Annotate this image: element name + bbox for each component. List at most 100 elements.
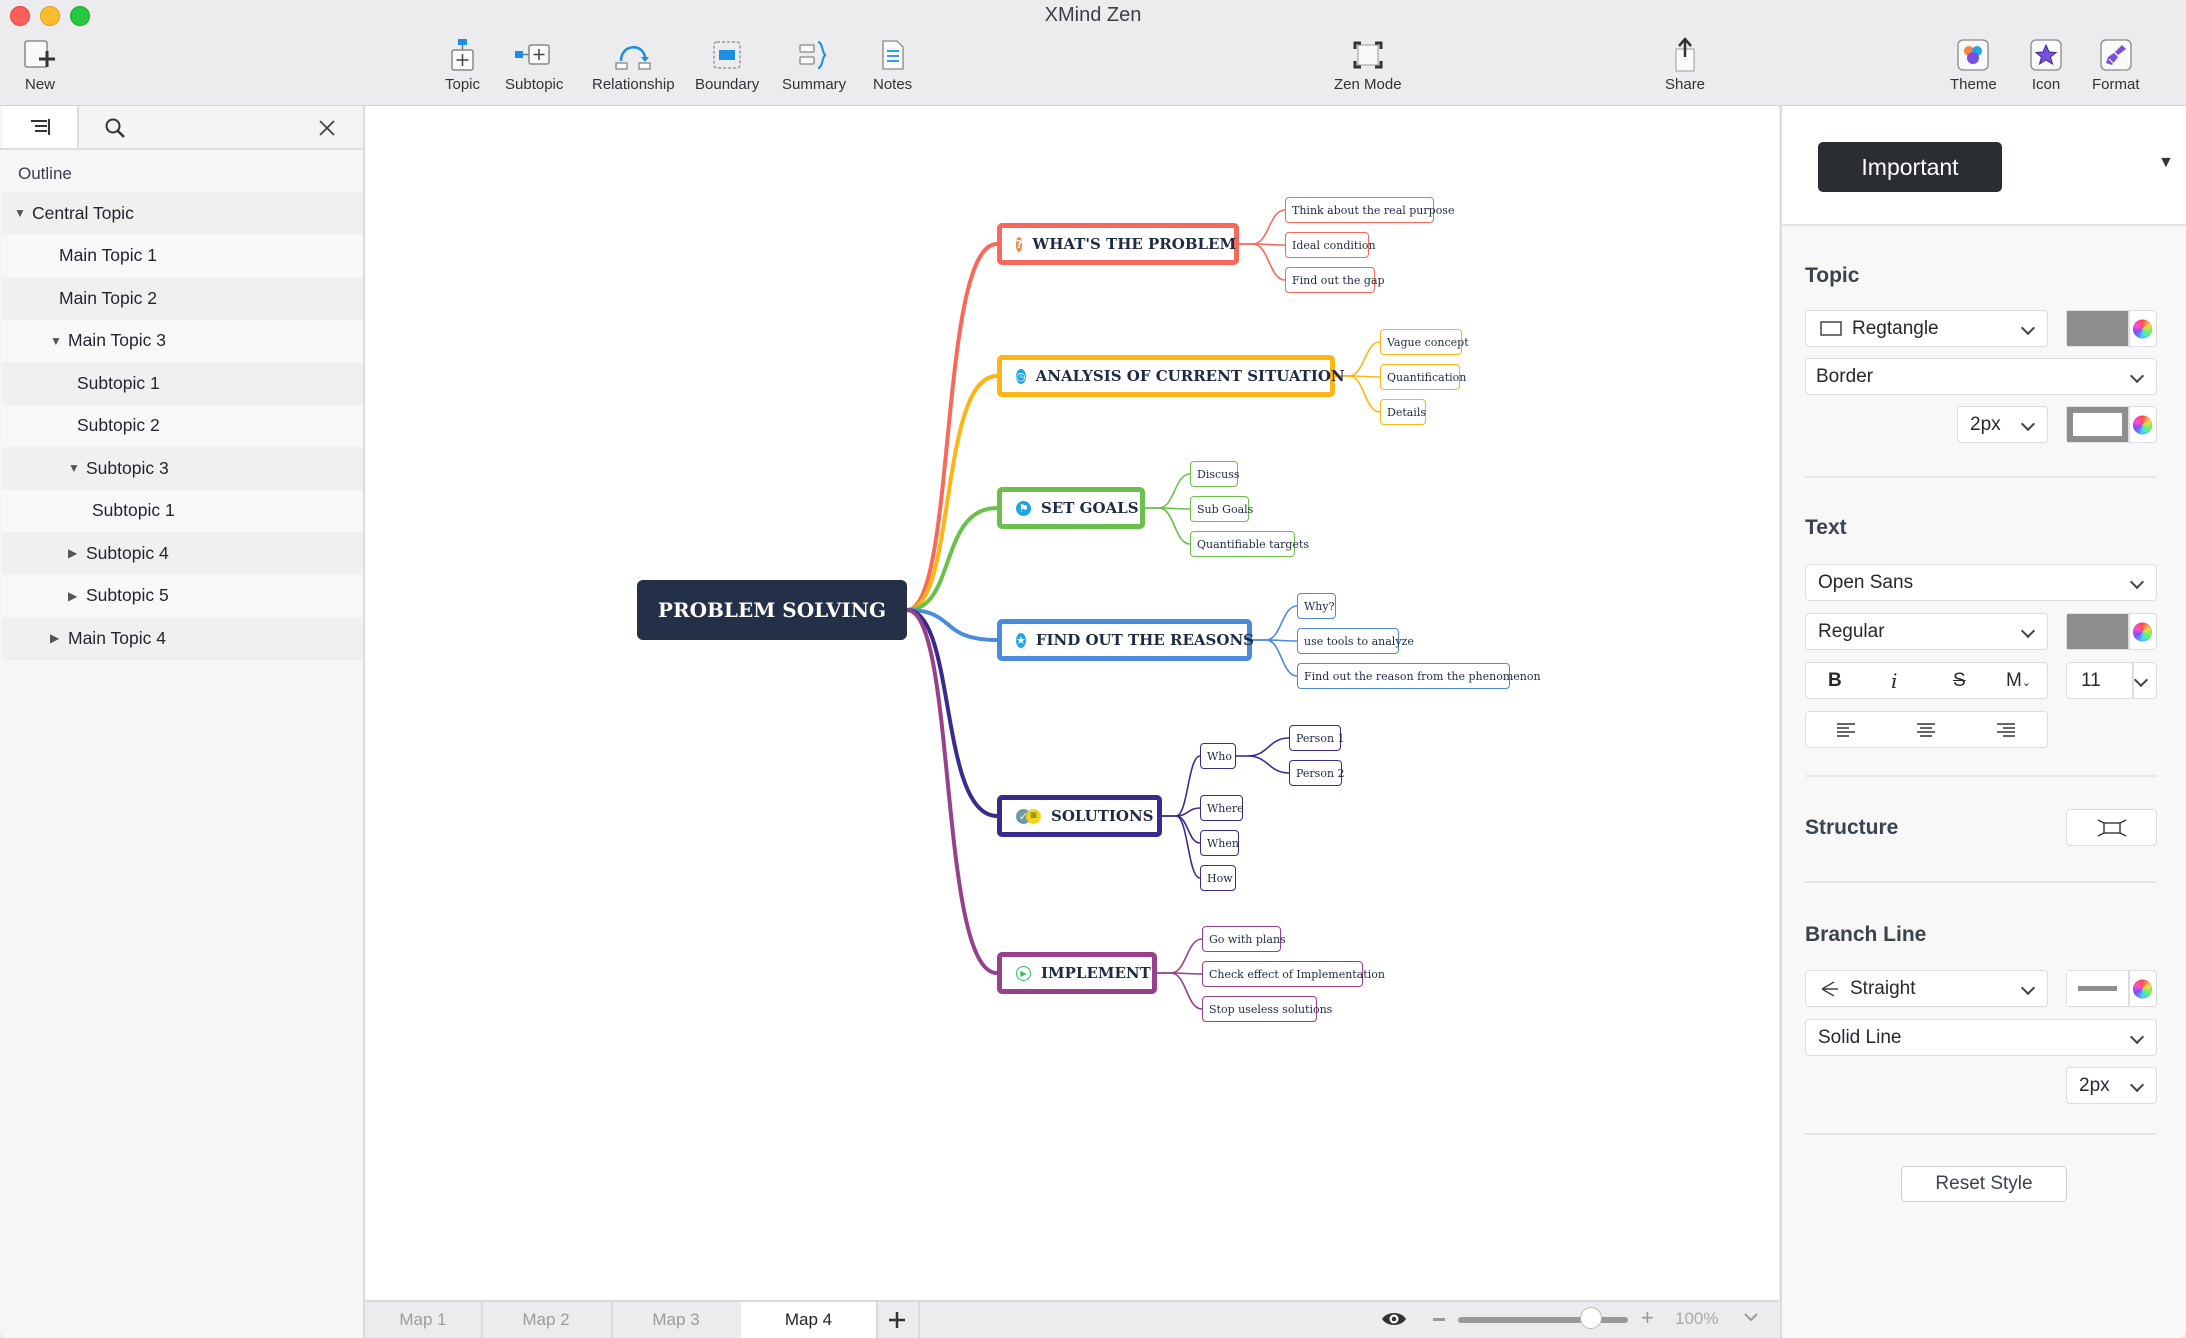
strikethrough-button[interactable]: S (1953, 670, 1966, 692)
topic-shape-select[interactable]: Regtangle (1805, 310, 2048, 347)
style-dropdown-caret[interactable]: ▼ (2158, 154, 2174, 172)
outline-item[interactable]: Subtopic 1 (2, 362, 363, 405)
font-size-select[interactable]: 11 (2066, 662, 2157, 699)
text-case-button[interactable]: M⌄ (2006, 670, 2031, 692)
tab-map-1[interactable]: Map 1 (365, 1302, 483, 1338)
relationship-button[interactable]: Relationship (592, 36, 675, 93)
central-topic[interactable]: PROBLEM SOLVING (637, 580, 907, 640)
subtopic[interactable]: Quantifiable targets (1190, 531, 1309, 557)
zen-mode-button[interactable]: Zen Mode (1334, 36, 1402, 93)
main-topic[interactable]: ✓ ≡ SOLUTIONS (997, 795, 1162, 837)
style-preset-button[interactable]: Important (1818, 142, 2002, 192)
zoom-in-button[interactable]: + (1641, 1305, 1654, 1331)
subtopic[interactable]: Person 1 (1289, 725, 1345, 751)
subtopic-button[interactable]: Subtopic (505, 36, 563, 93)
color-wheel-icon[interactable] (2133, 415, 2152, 434)
tab-map-2[interactable]: Map 2 (481, 1302, 613, 1338)
align-left-icon[interactable] (1836, 722, 1856, 737)
zoom-out-button[interactable] (1433, 1318, 1445, 1321)
topic-button[interactable]: Topic (445, 36, 480, 93)
icon-button[interactable]: Icon (2030, 36, 2062, 93)
line-pattern-select[interactable]: Solid Line (1805, 1019, 2157, 1056)
outline-item[interactable]: Main Topic 1 (2, 234, 363, 277)
caret-right-icon[interactable]: ▶ (68, 546, 86, 560)
subtopic[interactable]: Who (1200, 743, 1236, 769)
main-topic[interactable]: ▶ IMPLEMENT (997, 952, 1157, 994)
search-button[interactable] (100, 114, 130, 142)
outline-tab[interactable] (2, 106, 79, 148)
border-select[interactable]: Border (1805, 358, 2157, 395)
caret-down-icon[interactable]: ▼ (68, 461, 86, 475)
outline-item[interactable]: Main Topic 2 (2, 277, 363, 320)
outline-item[interactable]: ▼ Central Topic (2, 192, 363, 235)
font-family-select[interactable]: Open Sans (1805, 564, 2157, 601)
subtopic[interactable]: Why? (1297, 593, 1336, 619)
font-weight-select[interactable]: Regular (1805, 613, 2048, 650)
border-color[interactable] (2066, 406, 2157, 443)
italic-button[interactable]: i (1891, 669, 1897, 693)
subtopic[interactable]: How (1200, 865, 1236, 891)
outline-item[interactable]: ▼ Subtopic 3 (2, 447, 363, 490)
new-button[interactable]: New (22, 36, 58, 93)
border-width-select[interactable]: 2px (1957, 406, 2048, 443)
subtopic[interactable]: Quantification (1380, 364, 1466, 390)
structure-select[interactable] (2066, 809, 2157, 846)
caret-right-icon[interactable]: ▶ (50, 631, 68, 645)
main-topic[interactable]: ◷ ANALYSIS OF CURRENT SITUATION (997, 355, 1345, 397)
caret-down-icon[interactable]: ▼ (50, 334, 68, 348)
outline-item[interactable]: ▶ Subtopic 4 (2, 532, 363, 575)
align-center-icon[interactable] (1916, 722, 1936, 737)
clock-icon[interactable]: ◷ (1016, 368, 1026, 384)
subtopic[interactable]: Check effect of Implementation (1202, 961, 1385, 987)
zoom-slider[interactable] (1458, 1307, 1628, 1329)
text-color[interactable] (2066, 613, 2157, 650)
outline-item[interactable]: ▶ Subtopic 5 (2, 574, 363, 617)
outline-item[interactable]: Subtopic 2 (2, 404, 363, 447)
outline-item[interactable]: ▼ Main Topic 3 (2, 319, 363, 362)
main-topic[interactable]: ⚑ SET GOALS (997, 487, 1145, 529)
caret-down-icon[interactable]: ▼ (14, 206, 32, 220)
subtopic[interactable]: use tools to analyze (1297, 628, 1414, 654)
outline-item[interactable]: Subtopic 1 (2, 489, 363, 532)
caret-right-icon[interactable]: ▶ (68, 589, 86, 603)
add-sheet-button[interactable] (876, 1302, 920, 1338)
outline-item[interactable]: ▶ Main Topic 4 (2, 617, 363, 660)
align-right-icon[interactable] (1996, 722, 2016, 737)
flag-icon[interactable]: ⚑ (1016, 500, 1031, 516)
tab-map-3[interactable]: Map 3 (611, 1302, 743, 1338)
summary-button[interactable]: Summary (782, 36, 846, 93)
question-icon[interactable]: ? (1016, 236, 1023, 252)
preview-toggle[interactable] (1381, 1309, 1407, 1334)
topic-fill-color[interactable] (2066, 310, 2157, 347)
subtopic[interactable]: Discuss (1190, 461, 1240, 487)
branch-line-color[interactable] (2066, 970, 2157, 1007)
reset-style-button[interactable]: Reset Style (1901, 1166, 2067, 1202)
notes-button[interactable]: Notes (873, 36, 912, 93)
subtopic[interactable]: Go with plans (1202, 926, 1286, 952)
close-panel-button[interactable] (312, 114, 342, 142)
subtopic[interactable]: When (1200, 830, 1239, 856)
subtopic[interactable]: Stop useless solutions (1202, 996, 1332, 1022)
line-width-select[interactable]: 2px (2066, 1067, 2157, 1104)
theme-button[interactable]: Theme (1950, 36, 1997, 93)
subtopic[interactable]: Find out the gap (1285, 267, 1385, 293)
branch-line-shape-select[interactable]: Straight (1805, 970, 2048, 1007)
subtopic[interactable]: Find out the reason from the phenomenon (1297, 663, 1541, 689)
share-button[interactable]: Share (1665, 36, 1705, 93)
star-icon[interactable]: ★ (1016, 632, 1026, 648)
subtopic[interactable]: Ideal condition (1285, 232, 1376, 258)
format-button[interactable]: Format (2092, 36, 2140, 93)
note-icon[interactable]: ≡ (1026, 808, 1041, 824)
subtopic[interactable]: Think about the real purpose (1285, 197, 1454, 223)
boundary-button[interactable]: Boundary (695, 36, 759, 93)
main-topic[interactable]: ★ FIND OUT THE REASONS (997, 619, 1254, 661)
zoom-slider-thumb[interactable] (1579, 1307, 1602, 1329)
color-wheel-icon[interactable] (2133, 622, 2152, 641)
subtopic[interactable]: Person 2 (1289, 760, 1345, 786)
mindmap-canvas[interactable]: PROBLEM SOLVING? WHAT'S THE PROBLEM Think … (365, 106, 1779, 1300)
color-wheel-icon[interactable] (2133, 319, 2152, 338)
subtopic[interactable]: Sub Goals (1190, 496, 1253, 522)
tab-map-4[interactable]: Map 4 (741, 1302, 878, 1338)
subtopic[interactable]: Vague concept (1380, 329, 1469, 355)
bold-button[interactable]: B (1828, 670, 1842, 692)
